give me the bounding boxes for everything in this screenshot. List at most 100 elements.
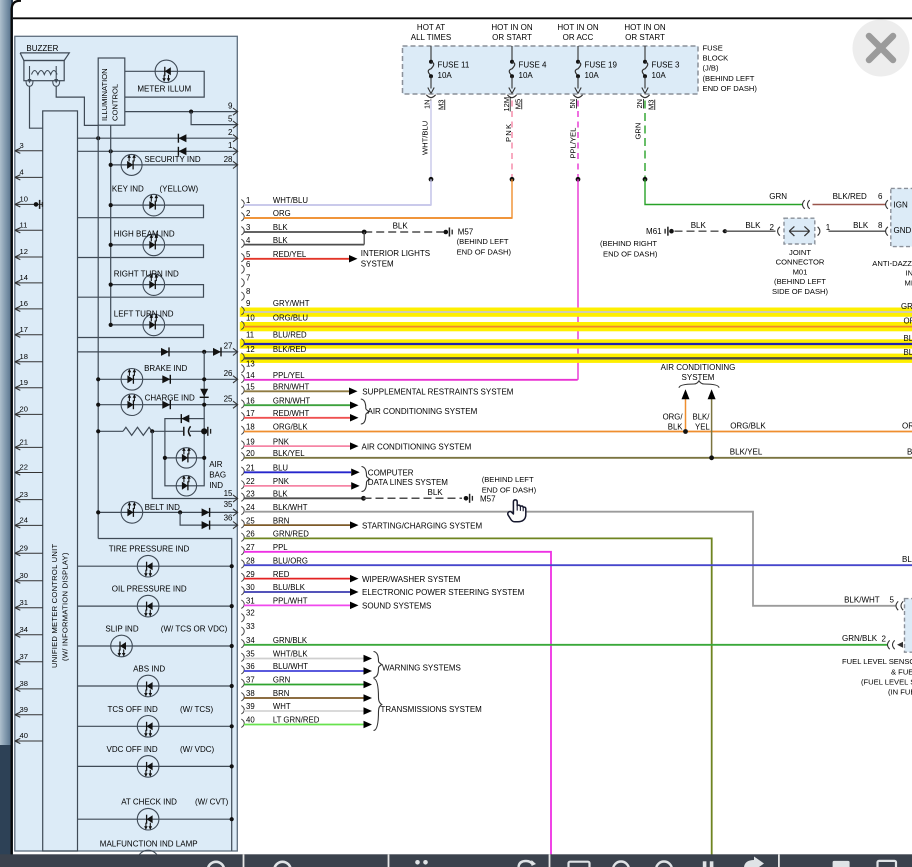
svg-text:AIR: AIR: [209, 460, 223, 469]
svg-text:GRN/RED: GRN/RED: [273, 530, 309, 539]
svg-text:BRAKE IND: BRAKE IND: [144, 364, 187, 373]
svg-text:37: 37: [246, 676, 255, 685]
svg-text:39: 39: [246, 702, 255, 711]
svg-text:ORG/BLK: ORG/BLK: [273, 423, 308, 432]
svg-text:AIR CONDITIONING SYSTEM: AIR CONDITIONING SYSTEM: [362, 442, 472, 451]
svg-text:TCS OFF IND: TCS OFF IND: [108, 705, 158, 714]
svg-text:24: 24: [20, 516, 28, 525]
svg-text:ORG: ORG: [273, 209, 291, 218]
svg-text:3: 3: [246, 223, 250, 232]
svg-text:12M: 12M: [502, 97, 511, 112]
svg-text:BLK: BLK: [428, 488, 444, 497]
svg-text:BLK/WHT: BLK/WHT: [844, 595, 880, 604]
svg-text:BLK: BLK: [273, 223, 289, 232]
svg-text:PPL/WHT: PPL/WHT: [273, 597, 308, 606]
svg-text:FUSE: FUSE: [703, 44, 723, 53]
svg-text:5: 5: [228, 114, 233, 123]
svg-text:10A: 10A: [652, 71, 667, 80]
svg-text:GRN: GRN: [769, 192, 787, 201]
svg-text:END OF DASH): END OF DASH): [703, 84, 758, 93]
svg-text:13: 13: [246, 360, 255, 369]
svg-text:ILLUMINATION: ILLUMINATION: [100, 68, 109, 121]
svg-text:9: 9: [228, 101, 233, 110]
svg-text:WHT: WHT: [273, 702, 291, 711]
svg-text:VDC OFF IND: VDC OFF IND: [107, 745, 158, 754]
svg-text:2N: 2N: [635, 99, 644, 109]
svg-text:18: 18: [20, 352, 28, 361]
svg-text:(BEHIND LEFT: (BEHIND LEFT: [774, 277, 826, 286]
svg-text:15: 15: [246, 383, 255, 392]
svg-text:BLK: BLK: [273, 490, 289, 499]
svg-text:20: 20: [246, 449, 255, 458]
svg-text:22: 22: [20, 463, 28, 472]
svg-text:33: 33: [246, 622, 255, 631]
svg-text:LT GRN/RED: LT GRN/RED: [273, 716, 320, 725]
svg-text:MALFUNCTION IND LAMP: MALFUNCTION IND LAMP: [100, 840, 198, 849]
svg-text:BLU/ORG: BLU/ORG: [273, 556, 308, 565]
svg-text:5: 5: [246, 250, 251, 259]
svg-text:30: 30: [20, 571, 28, 580]
svg-text:6: 6: [246, 260, 250, 269]
svg-text:21: 21: [246, 464, 255, 473]
svg-text:BLK/WHT: BLK/WHT: [273, 503, 308, 512]
svg-text:12: 12: [20, 247, 28, 256]
svg-text:BLK/YEL: BLK/YEL: [907, 448, 912, 457]
svg-text:UNIFIED METER CONTROL UNIT: UNIFIED METER CONTROL UNIT: [50, 544, 59, 668]
svg-text:GRN: GRN: [273, 676, 290, 685]
svg-text:2: 2: [228, 128, 233, 137]
svg-text:GRN: GRN: [634, 123, 643, 140]
svg-text:BLU/ORG: BLU/ORG: [902, 555, 912, 564]
svg-text:15: 15: [224, 489, 233, 498]
svg-text:40: 40: [20, 731, 28, 740]
svg-text:DATA LINES SYSTEM: DATA LINES SYSTEM: [368, 478, 449, 487]
svg-text:AT CHECK IND: AT CHECK IND: [121, 798, 177, 807]
svg-text:HIGH BEAM IND: HIGH BEAM IND: [114, 230, 175, 239]
svg-text:36: 36: [224, 513, 233, 522]
svg-text:(FUEL LEVEL SENSOR: (FUEL LEVEL SENSOR: [861, 678, 912, 687]
svg-text:4: 4: [20, 168, 24, 177]
svg-text:BLK/RED: BLK/RED: [833, 192, 867, 201]
svg-text:INSIDE: INSIDE: [906, 269, 912, 278]
svg-text:14: 14: [20, 273, 28, 282]
svg-text:M01: M01: [793, 267, 808, 276]
svg-text:GRN/WHT: GRN/WHT: [273, 396, 310, 405]
svg-text:RED/WHT: RED/WHT: [273, 409, 310, 418]
svg-text:HOT IN ON: HOT IN ON: [624, 23, 665, 32]
svg-text:(IN FUEL TANK): (IN FUEL TANK): [888, 687, 912, 696]
svg-text:36: 36: [246, 662, 255, 671]
svg-text:BLK: BLK: [691, 221, 707, 230]
svg-text:BLU/RED: BLU/RED: [904, 334, 912, 343]
svg-text:8: 8: [246, 287, 250, 296]
svg-text:2: 2: [770, 223, 775, 232]
svg-text:31: 31: [20, 598, 28, 607]
svg-text:34: 34: [20, 625, 28, 634]
svg-text:BLK: BLK: [393, 222, 409, 231]
svg-text:OR START: OR START: [625, 33, 665, 42]
svg-text:34: 34: [246, 636, 255, 645]
svg-text:CONTROL: CONTROL: [111, 84, 120, 121]
svg-text:10: 10: [20, 195, 28, 204]
svg-text:22: 22: [246, 477, 255, 486]
svg-text:18: 18: [246, 423, 255, 432]
svg-text:OR ACC: OR ACC: [563, 33, 594, 42]
svg-text:IGN: IGN: [894, 200, 908, 209]
svg-text:2: 2: [246, 209, 250, 218]
svg-text:AIR CONDITIONING SYSTEM: AIR CONDITIONING SYSTEM: [368, 407, 478, 416]
svg-text:35: 35: [246, 650, 255, 659]
svg-text:CHARGE IND: CHARGE IND: [145, 394, 195, 403]
svg-text:5: 5: [890, 596, 895, 605]
svg-text:(BEHIND LEFT: (BEHIND LEFT: [482, 475, 534, 484]
svg-text:(W/ INFORMATION DISPLAY): (W/ INFORMATION DISPLAY): [61, 552, 70, 661]
svg-text:RED: RED: [273, 570, 290, 579]
svg-text:BLU: BLU: [273, 464, 289, 473]
svg-text:LEFT TURN IND: LEFT TURN IND: [114, 310, 174, 319]
svg-text:ORG/BLU: ORG/BLU: [273, 313, 308, 322]
svg-text:23: 23: [246, 490, 255, 499]
svg-text:2: 2: [882, 635, 887, 644]
svg-text:END OF DASH): END OF DASH): [457, 247, 512, 256]
svg-text:WHT/BLK: WHT/BLK: [273, 650, 308, 659]
svg-text:BLK/: BLK/: [693, 413, 711, 422]
svg-text:SUPPLEMENTAL RESTRAINTS SYSTEM: SUPPLEMENTAL RESTRAINTS SYSTEM: [362, 388, 513, 397]
svg-text:HOT IN ON: HOT IN ON: [557, 23, 598, 32]
svg-text:COMPUTER: COMPUTER: [368, 469, 414, 478]
